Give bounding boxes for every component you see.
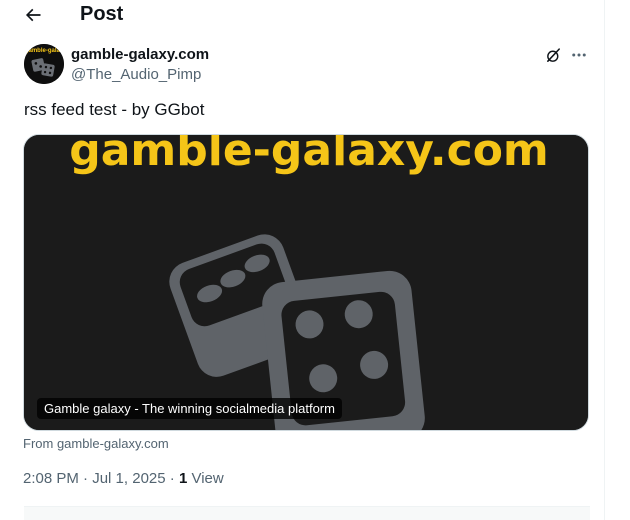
grok-icon [546, 47, 560, 62]
post-date[interactable]: Jul 1, 2025 [92, 470, 165, 487]
meta-separator: · [83, 470, 89, 487]
card-image: gamble-galaxy.com [24, 135, 588, 430]
link-card[interactable]: gamble-galaxy.com Gamble galaxy - The wi… [23, 134, 589, 431]
next-section-strip [24, 506, 590, 520]
author-handle[interactable]: @The_Audio_Pimp [71, 66, 201, 83]
more-dots-icon [572, 53, 586, 57]
page-title: Post [80, 3, 124, 25]
column-border [604, 0, 605, 520]
post-meta: 2:08 PM · Jul 1, 2025 · 1 View [23, 470, 224, 487]
views-label: View [191, 470, 224, 487]
card-caption: Gamble galaxy - The winning socialmedia … [37, 398, 342, 419]
grok-button[interactable] [543, 45, 563, 65]
more-options-button[interactable] [569, 45, 589, 65]
arrow-left-icon [25, 8, 41, 22]
post-header: Post [0, 0, 604, 30]
avatar-logo-text: gamble-galax [25, 48, 64, 54]
views-count: 1 [178, 470, 188, 487]
card-source[interactable]: From gamble-galaxy.com [23, 436, 169, 451]
card-headline: gamble-galaxy.com [69, 135, 549, 176]
meta-separator-2: · [169, 470, 175, 487]
post-time[interactable]: 2:08 PM [23, 470, 79, 487]
post-text: rss feed test - by GGbot [24, 100, 205, 119]
avatar-dice-icon: gamble-galax [24, 44, 64, 84]
back-button[interactable] [18, 0, 48, 30]
author-name[interactable]: gamble-galaxy.com [71, 46, 209, 63]
avatar[interactable]: gamble-galax [24, 44, 64, 84]
